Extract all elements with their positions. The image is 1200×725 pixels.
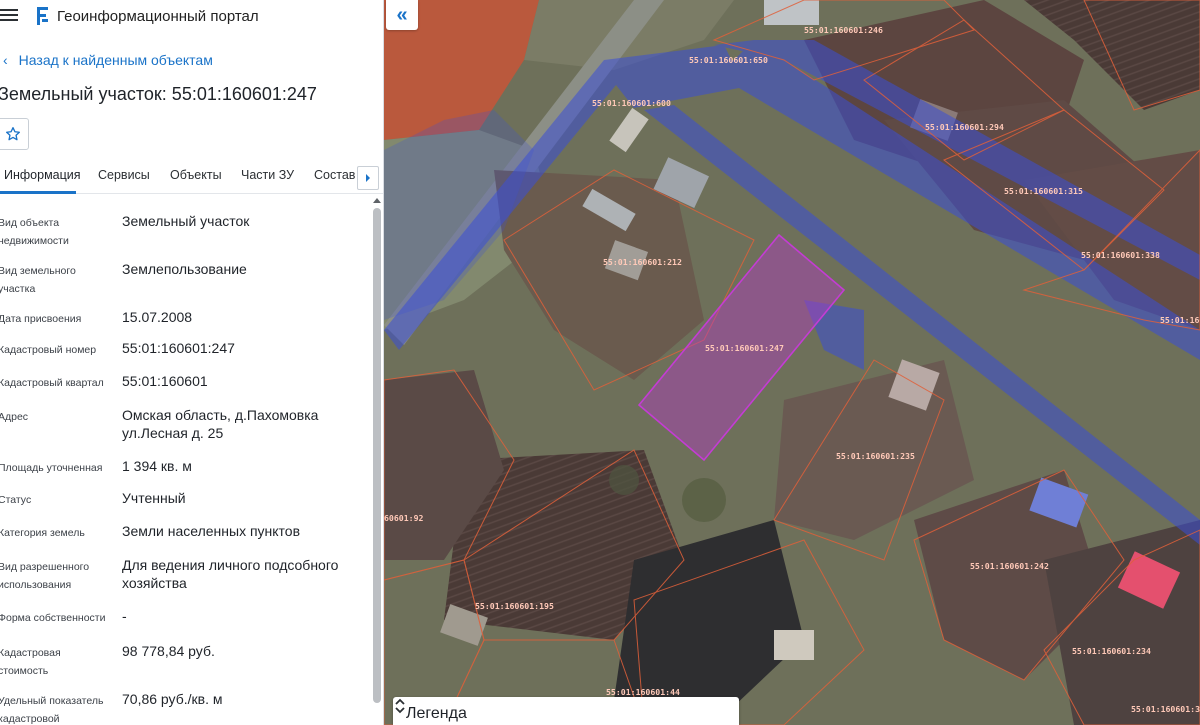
parcel-label: 55:01:160601:212 (603, 257, 682, 267)
info-value: 70,86 руб./кв. м (122, 691, 223, 707)
building (774, 630, 814, 660)
sort-arrows-icon[interactable] (393, 697, 407, 715)
parcel-label: 55:01:160601:32 (1131, 704, 1200, 714)
tree (682, 478, 726, 522)
tabs-scroll-right-button[interactable] (357, 166, 379, 190)
tree (609, 465, 639, 495)
tab-information[interactable]: Информация (4, 168, 81, 182)
parcel-label: 55:01:160601:247 (705, 343, 784, 353)
info-value: 55:01:160601:247 (122, 340, 235, 356)
info-value: Землепользование (122, 261, 247, 277)
chevron-left-icon: ‹ (3, 52, 8, 68)
info-value: Земельный участок (122, 213, 250, 229)
parcel-label: 55:01:160601:195 (475, 601, 554, 611)
star-icon (5, 127, 20, 141)
page-title: Земельный участок: 55:01:160601:247 (0, 84, 317, 104)
info-value: - (122, 608, 127, 624)
info-label: Кадастровый квартал (0, 377, 104, 389)
map-view[interactable]: 55:01:160601:246 55:01:160601:650 55:01:… (384, 0, 1200, 725)
info-list: Вид объекта недвижимости Земельный участ… (0, 196, 372, 725)
portal-title: Геоинформационный портал (57, 8, 259, 25)
chevron-right-icon (366, 174, 370, 182)
info-panel: Геоинформационный портал ‹ Назад к найден… (0, 0, 384, 725)
legend-panel[interactable]: Легенда (393, 697, 739, 725)
scroll-thumb[interactable] (373, 208, 381, 703)
parcel-label: 55:01:160601:234 (1072, 646, 1151, 656)
parcel-label: 55:01:160601:294 (925, 122, 1004, 132)
info-label: Площадь уточненная (0, 462, 103, 474)
legend-label: Легенда (406, 705, 467, 722)
info-value: 15.07.2008 (122, 309, 193, 325)
info-value: Для ведения личного подсобного хозяйства (122, 557, 339, 591)
menu-icon[interactable] (0, 6, 18, 24)
tab-bar: Информация Сервисы Объекты Части ЗУ Сост… (0, 160, 383, 194)
info-label: Статус (0, 494, 32, 506)
tab-objects[interactable]: Объекты (170, 168, 222, 182)
info-label: Вид земельного участка (0, 265, 76, 295)
info-value: 1 394 кв. м (122, 458, 192, 474)
tab-services[interactable]: Сервисы (98, 168, 150, 182)
info-label: Адрес (0, 411, 29, 423)
info-label: Вид объекта недвижимости (0, 217, 69, 247)
back-link-label: Назад к найденным объектам (18, 52, 213, 68)
parcel-label: 55:01:160601:650 (689, 55, 768, 65)
collapse-panel-button[interactable]: « (386, 0, 418, 30)
building (764, 0, 819, 25)
info-value: 55:01:160601 (122, 373, 208, 389)
scroll-up-icon[interactable] (373, 198, 381, 203)
info-label: Вид разрешенного использования (0, 561, 90, 591)
info-label: Форма собственности (0, 612, 106, 624)
info-label: Удельный показатель кадастровой (0, 695, 104, 725)
parcel-label: 55:01:160601:44 (606, 687, 680, 697)
back-to-results-link[interactable]: ‹ Назад к найденным объектам (3, 52, 213, 68)
active-tab-indicator (0, 191, 76, 194)
info-value: Земли населенных пунктов (122, 523, 301, 539)
info-value: Учтенный (122, 490, 186, 506)
parcel-label: 55:01:160601:235 (836, 451, 915, 461)
info-scrollbar[interactable] (372, 198, 382, 725)
tab-parts[interactable]: Части ЗУ (241, 168, 294, 182)
parcel-label: 55:01:160601:338 (1081, 250, 1160, 260)
info-label: Кадастровый номер (0, 344, 97, 356)
info-label: Кадастровая стоимость (0, 647, 61, 677)
parcel-label: 60601:92 (384, 513, 424, 523)
top-bar: Геоинформационный портал (0, 0, 383, 32)
tab-composition[interactable]: Состав (314, 168, 355, 182)
parcel-label: 55:01:160601:246 (804, 25, 883, 35)
info-label: Дата присвоения (0, 313, 82, 325)
favorite-button[interactable] (0, 118, 29, 150)
parcel-label: 55:01:160 (1160, 315, 1200, 325)
map-canvas[interactable]: 55:01:160601:246 55:01:160601:650 55:01:… (384, 0, 1200, 725)
info-value: 98 778,84 руб. (122, 643, 215, 659)
info-value: Омская область, д.Пахомовка ул.Лесная д.… (122, 407, 319, 441)
parcel-label: 55:01:160601:600 (592, 98, 671, 108)
parcel-label: 55:01:160601:315 (1004, 186, 1083, 196)
logo-icon (37, 7, 48, 25)
parcel-label: 55:01:160601:242 (970, 561, 1049, 571)
info-label: Категория земель (0, 527, 85, 539)
double-chevron-left-icon: « (396, 3, 408, 26)
